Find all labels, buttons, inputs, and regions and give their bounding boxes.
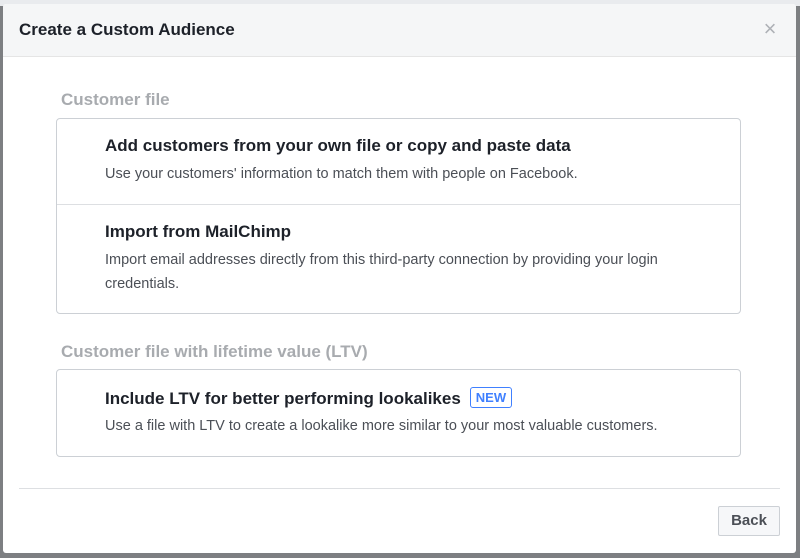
option-title-row: Include LTV for better performing lookal… (105, 387, 720, 409)
option-title: Import from MailChimp (105, 222, 292, 241)
option-title: Add customers from your own file or copy… (105, 136, 571, 155)
dialog-title: Create a Custom Audience (19, 20, 235, 39)
option-title: Include LTV for better performing lookal… (105, 389, 461, 408)
create-custom-audience-dialog: Create a Custom Audience × Customer file… (3, 4, 796, 553)
dialog-header: Create a Custom Audience × (3, 4, 796, 57)
option-include-ltv-lookalikes[interactable]: Include LTV for better performing lookal… (57, 370, 740, 456)
option-description: Use your customers' information to match… (105, 166, 578, 182)
footer-divider (19, 488, 780, 489)
customer-file-options-card: Add customers from your own file or copy… (56, 118, 741, 314)
back-button[interactable]: Back (718, 506, 780, 536)
option-description: Use a file with LTV to create a lookalik… (105, 418, 658, 434)
section-title-customer-file-ltv: Customer file with lifetime value (LTV) (61, 342, 368, 361)
section-title-customer-file: Customer file (61, 90, 170, 109)
close-icon[interactable]: × (760, 18, 780, 40)
option-description: Import email addresses directly from thi… (105, 252, 658, 292)
option-import-from-mailchimp[interactable]: Import from MailChimp Import email addre… (57, 204, 740, 313)
new-badge: NEW (469, 387, 513, 408)
option-add-customers-from-file[interactable]: Add customers from your own file or copy… (57, 119, 740, 204)
customer-file-ltv-options-card: Include LTV for better performing lookal… (56, 369, 741, 457)
